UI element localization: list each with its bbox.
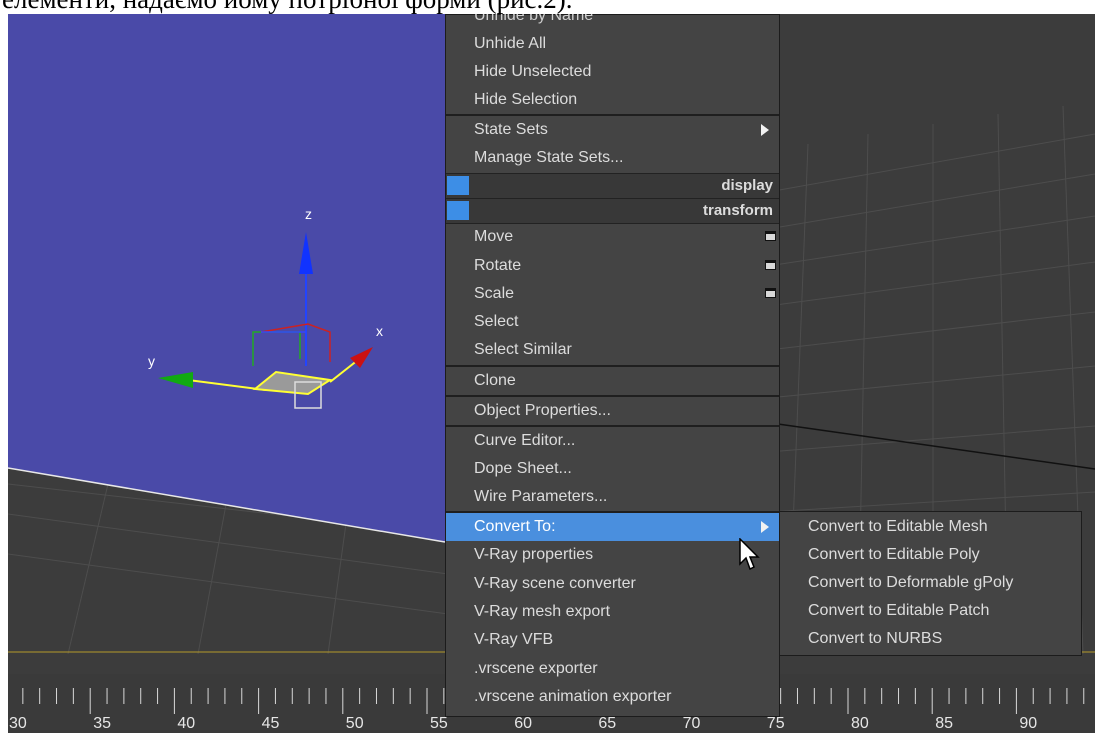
quad-context-menu[interactable]: Unhide by Name Unhide All Hide Unselecte… bbox=[445, 14, 780, 717]
timeline-tick-label: 70 bbox=[682, 715, 701, 732]
menu-item-select[interactable]: Select bbox=[446, 308, 779, 336]
timeline-tick-label: 40 bbox=[177, 715, 196, 732]
menu-item-convert-to[interactable]: Convert To: bbox=[446, 513, 779, 541]
menu-item-label: Select Similar bbox=[474, 341, 572, 358]
menu-item-label: Scale bbox=[474, 285, 515, 302]
menu-item-label: Unhide by Name bbox=[474, 14, 594, 24]
menu-item-vray-vfb[interactable]: V-Ray VFB bbox=[446, 626, 779, 654]
timeline-tick-label: 60 bbox=[514, 715, 532, 732]
menu-item-vray-scene-converter[interactable]: V-Ray scene converter bbox=[446, 570, 779, 598]
menu-item-label: Clone bbox=[474, 372, 516, 389]
z-axis-label: z bbox=[305, 206, 312, 222]
timeline-tick-label: 55 bbox=[430, 715, 448, 732]
menu-item-label: .vrscene exporter bbox=[474, 660, 598, 677]
menu-item-vrscene-exporter[interactable]: .vrscene exporter bbox=[446, 655, 779, 683]
menu-item-vray-properties[interactable]: V-Ray properties bbox=[446, 541, 779, 569]
menu-item-vrscene-animation-exporter[interactable]: .vrscene animation exporter bbox=[446, 683, 779, 711]
submenu-arrow-icon bbox=[761, 124, 769, 136]
timeline-tick-label: 30 bbox=[9, 715, 27, 732]
menu-item-label: Object Properties... bbox=[474, 402, 611, 419]
quad-header-display: display bbox=[446, 173, 779, 199]
timeline-tick-label: 35 bbox=[93, 715, 111, 732]
x-axis-label: x bbox=[376, 323, 383, 339]
submenu-item-label: Convert to Editable Mesh bbox=[808, 518, 988, 535]
menu-item-label: Unhide All bbox=[474, 35, 547, 52]
menu-item-label: V-Ray properties bbox=[474, 546, 594, 563]
settings-box-icon[interactable] bbox=[765, 231, 776, 241]
menu-item-label: Hide Selection bbox=[474, 91, 578, 108]
submenu-item-label: Convert to NURBS bbox=[808, 630, 943, 647]
menu-item-label: State Sets bbox=[474, 121, 548, 138]
menu-item-hide-selection[interactable]: Hide Selection bbox=[446, 86, 779, 114]
menu-item-scale[interactable]: Scale bbox=[446, 280, 779, 308]
menu-item-wire-parameters[interactable]: Wire Parameters... bbox=[446, 483, 779, 511]
viewport[interactable]: z x y 30 35 40 45 50 55 60 65 70 75 80 85 90 Unhide … bbox=[8, 14, 1095, 733]
quad-label: display bbox=[721, 177, 773, 194]
active-viewport-plane bbox=[8, 14, 445, 542]
menu-item-label: Convert To: bbox=[474, 518, 556, 535]
submenu-item-label: Convert to Editable Poly bbox=[808, 546, 980, 563]
quad-color-swatch bbox=[447, 176, 469, 195]
menu-item-rotate[interactable]: Rotate bbox=[446, 252, 779, 280]
quad-color-swatch bbox=[447, 201, 469, 220]
settings-box-icon[interactable] bbox=[765, 260, 776, 270]
submenu-item-nurbs[interactable]: Convert to NURBS bbox=[780, 625, 1081, 653]
quad-label: transform bbox=[702, 202, 773, 219]
timeline-tick-label: 85 bbox=[935, 715, 953, 732]
y-axis-label: y bbox=[148, 353, 155, 369]
menu-item-label: Hide Unselected bbox=[474, 63, 592, 80]
menu-item-dope-sheet[interactable]: Dope Sheet... bbox=[446, 455, 779, 483]
menu-item-label: V-Ray VFB bbox=[474, 631, 554, 648]
menu-item-label: Rotate bbox=[474, 257, 522, 274]
submenu-arrow-icon bbox=[761, 521, 769, 533]
settings-box-icon[interactable] bbox=[765, 288, 776, 298]
menu-item-label: Manage State Sets... bbox=[474, 149, 624, 166]
submenu-item-editable-poly[interactable]: Convert to Editable Poly bbox=[780, 541, 1081, 569]
menu-item-curve-editor[interactable]: Curve Editor... bbox=[446, 427, 779, 455]
menu-item-manage-state-sets[interactable]: Manage State Sets... bbox=[446, 144, 779, 172]
document-caption: елементи, надаємо йому потрібної форми (… bbox=[0, 0, 1095, 14]
menu-item-label: .vrscene animation exporter bbox=[474, 688, 672, 705]
menu-item-label: Move bbox=[474, 228, 514, 245]
menu-item-clone[interactable]: Clone bbox=[446, 367, 779, 395]
submenu-item-label: Convert to Editable Patch bbox=[808, 602, 990, 619]
menu-item-hide-unselected[interactable]: Hide Unselected bbox=[446, 58, 779, 86]
submenu-item-label: Convert to Deformable gPoly bbox=[808, 574, 1014, 591]
timeline-tick-label: 50 bbox=[345, 715, 364, 732]
submenu-item-deformable-gpoly[interactable]: Convert to Deformable gPoly bbox=[780, 569, 1081, 597]
submenu-item-editable-patch[interactable]: Convert to Editable Patch bbox=[780, 597, 1081, 625]
timeline-tick-label: 45 bbox=[261, 715, 280, 732]
menu-item-unhide-by-name[interactable]: Unhide by Name bbox=[446, 14, 779, 30]
menu-item-move[interactable]: Move bbox=[446, 223, 779, 251]
menu-item-object-properties[interactable]: Object Properties... bbox=[446, 397, 779, 425]
timeline-tick-label: 80 bbox=[851, 715, 869, 732]
timeline-tick-label: 75 bbox=[766, 715, 785, 732]
menu-item-label: Dope Sheet... bbox=[474, 460, 572, 477]
menu-item-label: Wire Parameters... bbox=[474, 488, 608, 505]
menu-item-state-sets[interactable]: State Sets bbox=[446, 116, 779, 144]
menu-item-label: V-Ray mesh export bbox=[474, 603, 611, 620]
menu-item-label: Curve Editor... bbox=[474, 432, 576, 449]
menu-item-unhide-all[interactable]: Unhide All bbox=[446, 30, 779, 58]
timeline-tick-label: 65 bbox=[598, 715, 617, 732]
mouse-pointer-icon bbox=[739, 538, 760, 571]
menu-item-label: Select bbox=[474, 313, 519, 330]
menu-item-vray-mesh-export[interactable]: V-Ray mesh export bbox=[446, 598, 779, 626]
menu-item-label: V-Ray scene converter bbox=[474, 575, 636, 592]
submenu-item-editable-mesh[interactable]: Convert to Editable Mesh bbox=[780, 513, 1081, 541]
timeline-tick-label: 90 bbox=[1019, 715, 1038, 732]
menu-item-select-similar[interactable]: Select Similar bbox=[446, 336, 779, 364]
quad-header-transform: transform bbox=[446, 198, 779, 224]
convert-to-submenu[interactable]: Convert to Editable Mesh Convert to Edit… bbox=[779, 511, 1082, 656]
